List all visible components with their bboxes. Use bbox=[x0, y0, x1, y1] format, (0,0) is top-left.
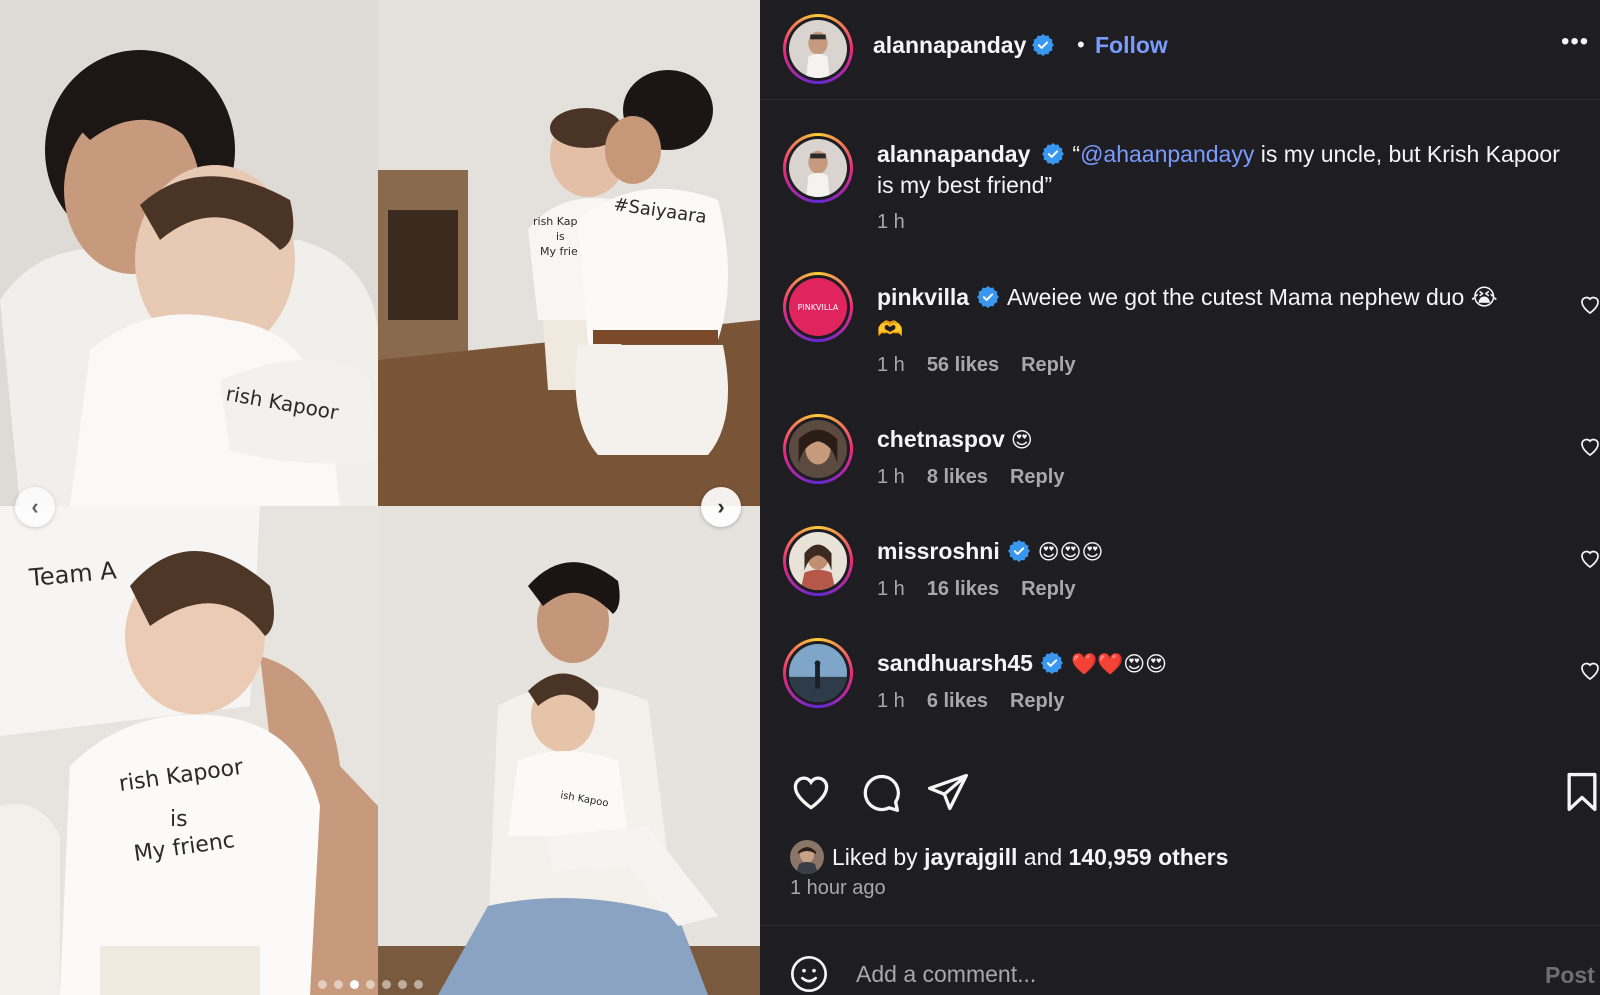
author-username[interactable]: alannapanday bbox=[873, 32, 1055, 59]
caption-username[interactable]: alannapanday bbox=[877, 141, 1030, 167]
comment-body: 😍 bbox=[1010, 428, 1033, 452]
post-media-carousel[interactable]: rish Kapoor #Saiyaara rish Kap is My fri… bbox=[0, 0, 760, 995]
author-avatar[interactable] bbox=[783, 133, 853, 203]
verified-badge-icon bbox=[1007, 540, 1030, 562]
comment-time: 1 h bbox=[877, 578, 905, 600]
reply-button[interactable]: Reply bbox=[1021, 354, 1075, 377]
comment-meta: 1 h 8 likes Reply bbox=[877, 466, 1064, 489]
separator-dot: • bbox=[1077, 32, 1085, 57]
liker-username[interactable]: jayrajgill bbox=[924, 844, 1017, 871]
reply-button[interactable]: Reply bbox=[1010, 466, 1064, 489]
post-timestamp: 1 hour ago bbox=[790, 877, 886, 899]
post-side-panel: alannapanday • Follow ••• alannapanday “@… bbox=[760, 0, 1600, 995]
more-options-icon[interactable]: ••• bbox=[1561, 28, 1589, 56]
likes-connector: and bbox=[1023, 843, 1063, 870]
save-bookmark-icon[interactable] bbox=[1560, 770, 1600, 814]
caption-time: 1 h bbox=[877, 211, 905, 233]
commenter-username[interactable]: pinkvilla bbox=[877, 284, 969, 310]
comment-likes[interactable]: 8 likes bbox=[927, 466, 988, 489]
comment-like-heart-icon[interactable] bbox=[1578, 546, 1600, 570]
author-avatar[interactable] bbox=[783, 14, 853, 84]
photo-uncle-hugging-toddler: rish Kapoor bbox=[0, 0, 378, 506]
verified-badge-icon bbox=[977, 286, 999, 308]
commenter-avatar[interactable] bbox=[783, 414, 853, 484]
photo-uncle-with-toddler-on-lap: ish Kapoo bbox=[378, 506, 760, 995]
likes-summary[interactable]: Liked by jayrajgill and 140,959 others bbox=[790, 840, 1228, 874]
carousel-dot[interactable] bbox=[318, 980, 327, 989]
carousel-next-button[interactable]: › bbox=[701, 487, 741, 527]
commenter-username[interactable]: chetnaspov bbox=[877, 426, 1005, 452]
carousel-dot[interactable] bbox=[366, 980, 375, 989]
commenter-avatar[interactable] bbox=[783, 526, 853, 596]
comment-bubble-icon[interactable] bbox=[858, 770, 902, 814]
carousel-dot[interactable] bbox=[334, 980, 343, 989]
comment-like-heart-icon[interactable] bbox=[1578, 434, 1600, 458]
carousel-dot[interactable] bbox=[350, 980, 359, 989]
likes-count[interactable]: 140,959 others bbox=[1069, 844, 1229, 871]
carousel-prev-button[interactable]: ‹ bbox=[15, 487, 55, 527]
chevron-left-icon: ‹ bbox=[31, 494, 39, 519]
caption-meta: 1 h bbox=[877, 211, 905, 234]
follow-button[interactable]: Follow bbox=[1095, 32, 1168, 59]
share-paper-plane-icon[interactable] bbox=[926, 770, 970, 814]
reply-button[interactable]: Reply bbox=[1010, 690, 1064, 713]
verified-badge-icon bbox=[1042, 143, 1065, 165]
comment-like-heart-icon[interactable] bbox=[1578, 292, 1600, 316]
comment-meta: 1 h 16 likes Reply bbox=[877, 578, 1076, 601]
verified-badge-icon bbox=[1041, 652, 1063, 674]
comment-time: 1 h bbox=[877, 354, 905, 376]
caption-text: alannapanday “@ahaanpandayy is my uncle, … bbox=[877, 139, 1567, 201]
commenter-username[interactable]: sandhuarsh45 bbox=[877, 650, 1033, 676]
comment-text: chetnaspov 😍 bbox=[877, 424, 1567, 456]
photo-toddler-closeup: Team A rish Kapoor is My frienc bbox=[0, 506, 378, 995]
comment-meta: 1 h 56 likes Reply bbox=[877, 354, 1076, 377]
commenter-username[interactable]: missroshni bbox=[877, 538, 1000, 564]
carousel-dot[interactable] bbox=[414, 980, 423, 989]
caption-quote: “ bbox=[1072, 141, 1081, 167]
comment-time: 1 h bbox=[877, 690, 905, 712]
avatar-logo-text: PINKVILLA bbox=[797, 302, 839, 312]
post-header: alannapanday • Follow ••• bbox=[760, 0, 1600, 100]
comment-text: sandhuarsh45 ❤️❤️😍😍 bbox=[877, 648, 1567, 680]
likes-prefix: Liked by bbox=[832, 843, 918, 870]
verified-badge-icon bbox=[1032, 34, 1055, 56]
liker-avatar[interactable] bbox=[790, 840, 824, 874]
commenter-avatar[interactable] bbox=[783, 638, 853, 708]
post-comment-button[interactable]: Post bbox=[1545, 962, 1595, 989]
mention-link[interactable]: @ahaanpandayy bbox=[1080, 141, 1254, 167]
add-comment-input[interactable] bbox=[856, 954, 1496, 994]
comment-composer: Post bbox=[760, 925, 1600, 995]
photo-woman-with-toddler: #Saiyaara rish Kap is My frie bbox=[378, 0, 760, 506]
comment-likes[interactable]: 16 likes bbox=[927, 578, 999, 601]
comment-text: pinkvilla Aweiee we got the cutest Mama n… bbox=[877, 282, 1567, 345]
comment-body: Aweiee we got the cutest Mama nephew duo… bbox=[1007, 284, 1498, 310]
reply-button[interactable]: Reply bbox=[1021, 578, 1075, 601]
comment-emoji: 🫶 bbox=[877, 317, 904, 341]
comment-text: missroshni 😍😍😍 bbox=[877, 536, 1567, 568]
carousel-pagination-dots bbox=[318, 980, 423, 989]
comment-meta: 1 h 6 likes Reply bbox=[877, 690, 1064, 713]
comment-body: ❤️❤️😍😍 bbox=[1070, 652, 1168, 676]
shirt-text: rish Kap bbox=[533, 215, 578, 228]
shirt-text: is bbox=[556, 230, 565, 243]
post-action-bar bbox=[760, 760, 1600, 812]
comment-likes[interactable]: 6 likes bbox=[927, 690, 988, 713]
commenter-avatar[interactable]: PINKVILLA bbox=[783, 272, 853, 342]
chevron-right-icon: › bbox=[717, 494, 725, 519]
shirt-text: is bbox=[170, 807, 188, 832]
comment-body: 😍😍😍 bbox=[1037, 540, 1104, 564]
comment-like-heart-icon[interactable] bbox=[1578, 658, 1600, 682]
like-heart-icon[interactable] bbox=[789, 770, 833, 814]
comment-likes[interactable]: 56 likes bbox=[927, 354, 999, 377]
emoji-smiley-icon[interactable] bbox=[789, 954, 829, 994]
carousel-dot[interactable] bbox=[398, 980, 407, 989]
shirt-text: My frie bbox=[540, 245, 578, 258]
carousel-dot[interactable] bbox=[382, 980, 391, 989]
comment-time: 1 h bbox=[877, 466, 905, 488]
